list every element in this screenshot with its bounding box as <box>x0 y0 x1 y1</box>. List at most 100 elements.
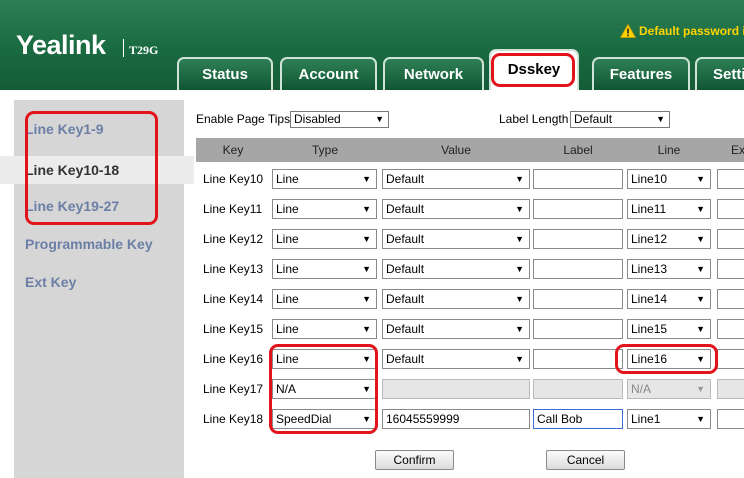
label-input[interactable] <box>533 229 623 249</box>
label-input[interactable] <box>533 169 623 189</box>
chevron-down-icon: ▼ <box>362 174 371 184</box>
value-select[interactable]: Default ▼ <box>382 199 530 219</box>
line-value: Line13 <box>631 262 668 276</box>
type-select[interactable]: Line ▼ <box>272 199 377 219</box>
table-row: Line Key16 Line ▼ Default ▼ Line16 ▼ <box>196 344 744 374</box>
line-select[interactable]: Line14 ▼ <box>627 289 711 309</box>
header-bar: Yealink T29G Default password is Status … <box>0 0 744 90</box>
tab-dsskey[interactable]: Dsskey <box>489 49 579 90</box>
chevron-down-icon: ▼ <box>696 204 705 214</box>
line-select[interactable]: Line11 ▼ <box>627 199 711 219</box>
confirm-button[interactable]: Confirm <box>375 450 454 470</box>
type-value: Line <box>276 232 299 246</box>
sidebar-item-line-key19-27[interactable]: Line Key19-27 <box>0 198 194 214</box>
value-select[interactable]: Default ▼ <box>382 349 530 369</box>
table-row: Line Key10 Line ▼ Default ▼ Line10 ▼ <box>196 164 744 194</box>
chevron-down-icon: ▼ <box>515 174 524 184</box>
line-select[interactable]: Line16 ▼ <box>627 349 711 369</box>
line-value: Line15 <box>631 322 668 336</box>
label-input[interactable] <box>533 259 623 279</box>
web-ui-page: Yealink T29G Default password is Status … <box>0 0 744 478</box>
chevron-down-icon: ▼ <box>515 204 524 214</box>
sidebar-item-line-key1-9[interactable]: Line Key1-9 <box>0 121 194 137</box>
value-select[interactable]: Default ▼ <box>382 229 530 249</box>
sidebar-item-ext-key[interactable]: Ext Key <box>0 274 194 290</box>
line-value: Line1 <box>631 412 661 426</box>
value-value: Default <box>386 322 425 336</box>
table-row: Line Key12 Line ▼ Default ▼ Line12 ▼ <box>196 224 744 254</box>
line-select[interactable]: Line1 ▼ <box>627 409 711 429</box>
type-select[interactable]: Line ▼ <box>272 169 377 189</box>
type-select[interactable]: Line ▼ <box>272 349 377 369</box>
value-value: Default <box>386 232 425 246</box>
line-value: Line12 <box>631 232 668 246</box>
label-input[interactable] <box>533 289 623 309</box>
label-input-disabled <box>533 379 623 399</box>
key-name: Line Key10 <box>203 172 264 186</box>
chevron-down-icon: ▼ <box>696 354 705 364</box>
extension-field[interactable] <box>717 409 744 429</box>
value-value: Default <box>386 262 425 276</box>
page-tips-select[interactable]: Disabled ▼ <box>290 111 389 128</box>
tab-network[interactable]: Network <box>383 57 484 90</box>
dsskey-panel: Enable Page Tips Disabled ▼ Label Length… <box>192 100 744 478</box>
label-input[interactable] <box>533 199 623 219</box>
table-row: Line Key18 SpeedDial ▼ 16045559999 Call Bob L… <box>196 404 744 434</box>
type-select[interactable]: Line ▼ <box>272 289 377 309</box>
label-length-select[interactable]: Default ▼ <box>570 111 670 128</box>
type-select[interactable]: Line ▼ <box>272 259 377 279</box>
chevron-down-icon: ▼ <box>362 294 371 304</box>
type-value: Line <box>276 202 299 216</box>
tab-settings[interactable]: Setti <box>695 57 744 90</box>
chevron-down-icon: ▼ <box>515 294 524 304</box>
tab-status[interactable]: Status <box>177 57 273 90</box>
key-name: Line Key18 <box>203 412 264 426</box>
tab-account[interactable]: Account <box>280 57 377 90</box>
key-name: Line Key12 <box>203 232 264 246</box>
extension-field[interactable] <box>717 259 744 279</box>
type-value: Line <box>276 352 299 366</box>
cancel-button[interactable]: Cancel <box>546 450 625 470</box>
value-select[interactable]: Default ▼ <box>382 289 530 309</box>
line-value: N/A <box>631 382 652 396</box>
value-text: 16045559999 <box>386 412 460 426</box>
type-select[interactable]: SpeedDial ▼ <box>272 409 377 429</box>
key-name: Line Key15 <box>203 322 264 336</box>
table-row: Line Key11 Line ▼ Default ▼ Line11 ▼ <box>196 194 744 224</box>
extension-field[interactable] <box>717 289 744 309</box>
table-row: Line Key14 Line ▼ Default ▼ Line14 ▼ <box>196 284 744 314</box>
header-extension: Ex <box>731 143 744 157</box>
type-select[interactable]: Line ▼ <box>272 229 377 249</box>
tab-features[interactable]: Features <box>592 57 690 90</box>
chevron-down-icon: ▼ <box>362 234 371 244</box>
line-select[interactable]: Line10 ▼ <box>627 169 711 189</box>
value-select[interactable]: Default ▼ <box>382 169 530 189</box>
type-select[interactable]: Line ▼ <box>272 319 377 339</box>
value-select[interactable]: Default ▼ <box>382 319 530 339</box>
page-tips-value: Disabled <box>294 112 341 126</box>
line-select[interactable]: Line15 ▼ <box>627 319 711 339</box>
extension-field[interactable] <box>717 319 744 339</box>
type-select[interactable]: N/A ▼ <box>272 379 377 399</box>
line-select[interactable]: Line13 ▼ <box>627 259 711 279</box>
extension-field[interactable] <box>717 349 744 369</box>
sidebar-item-line-key10-18[interactable]: Line Key10-18 <box>0 156 194 184</box>
value-select[interactable]: Default ▼ <box>382 259 530 279</box>
extension-field[interactable] <box>717 169 744 189</box>
chevron-down-icon: ▼ <box>515 234 524 244</box>
chevron-down-icon: ▼ <box>375 114 384 124</box>
chevron-down-icon: ▼ <box>515 264 524 274</box>
label-input[interactable]: Call Bob <box>533 409 623 429</box>
value-input[interactable]: 16045559999 <box>382 409 530 429</box>
value-value: Default <box>386 172 425 186</box>
line-select[interactable]: Line12 ▼ <box>627 229 711 249</box>
label-input[interactable] <box>533 319 623 339</box>
extension-field[interactable] <box>717 229 744 249</box>
sidebar-item-programmable-key[interactable]: Programmable Key <box>0 236 194 252</box>
extension-field[interactable] <box>717 199 744 219</box>
table-row: Line Key13 Line ▼ Default ▼ Line13 ▼ <box>196 254 744 284</box>
chevron-down-icon: ▼ <box>362 264 371 274</box>
chevron-down-icon: ▼ <box>696 324 705 334</box>
label-input[interactable] <box>533 349 623 369</box>
chevron-down-icon: ▼ <box>362 414 371 424</box>
